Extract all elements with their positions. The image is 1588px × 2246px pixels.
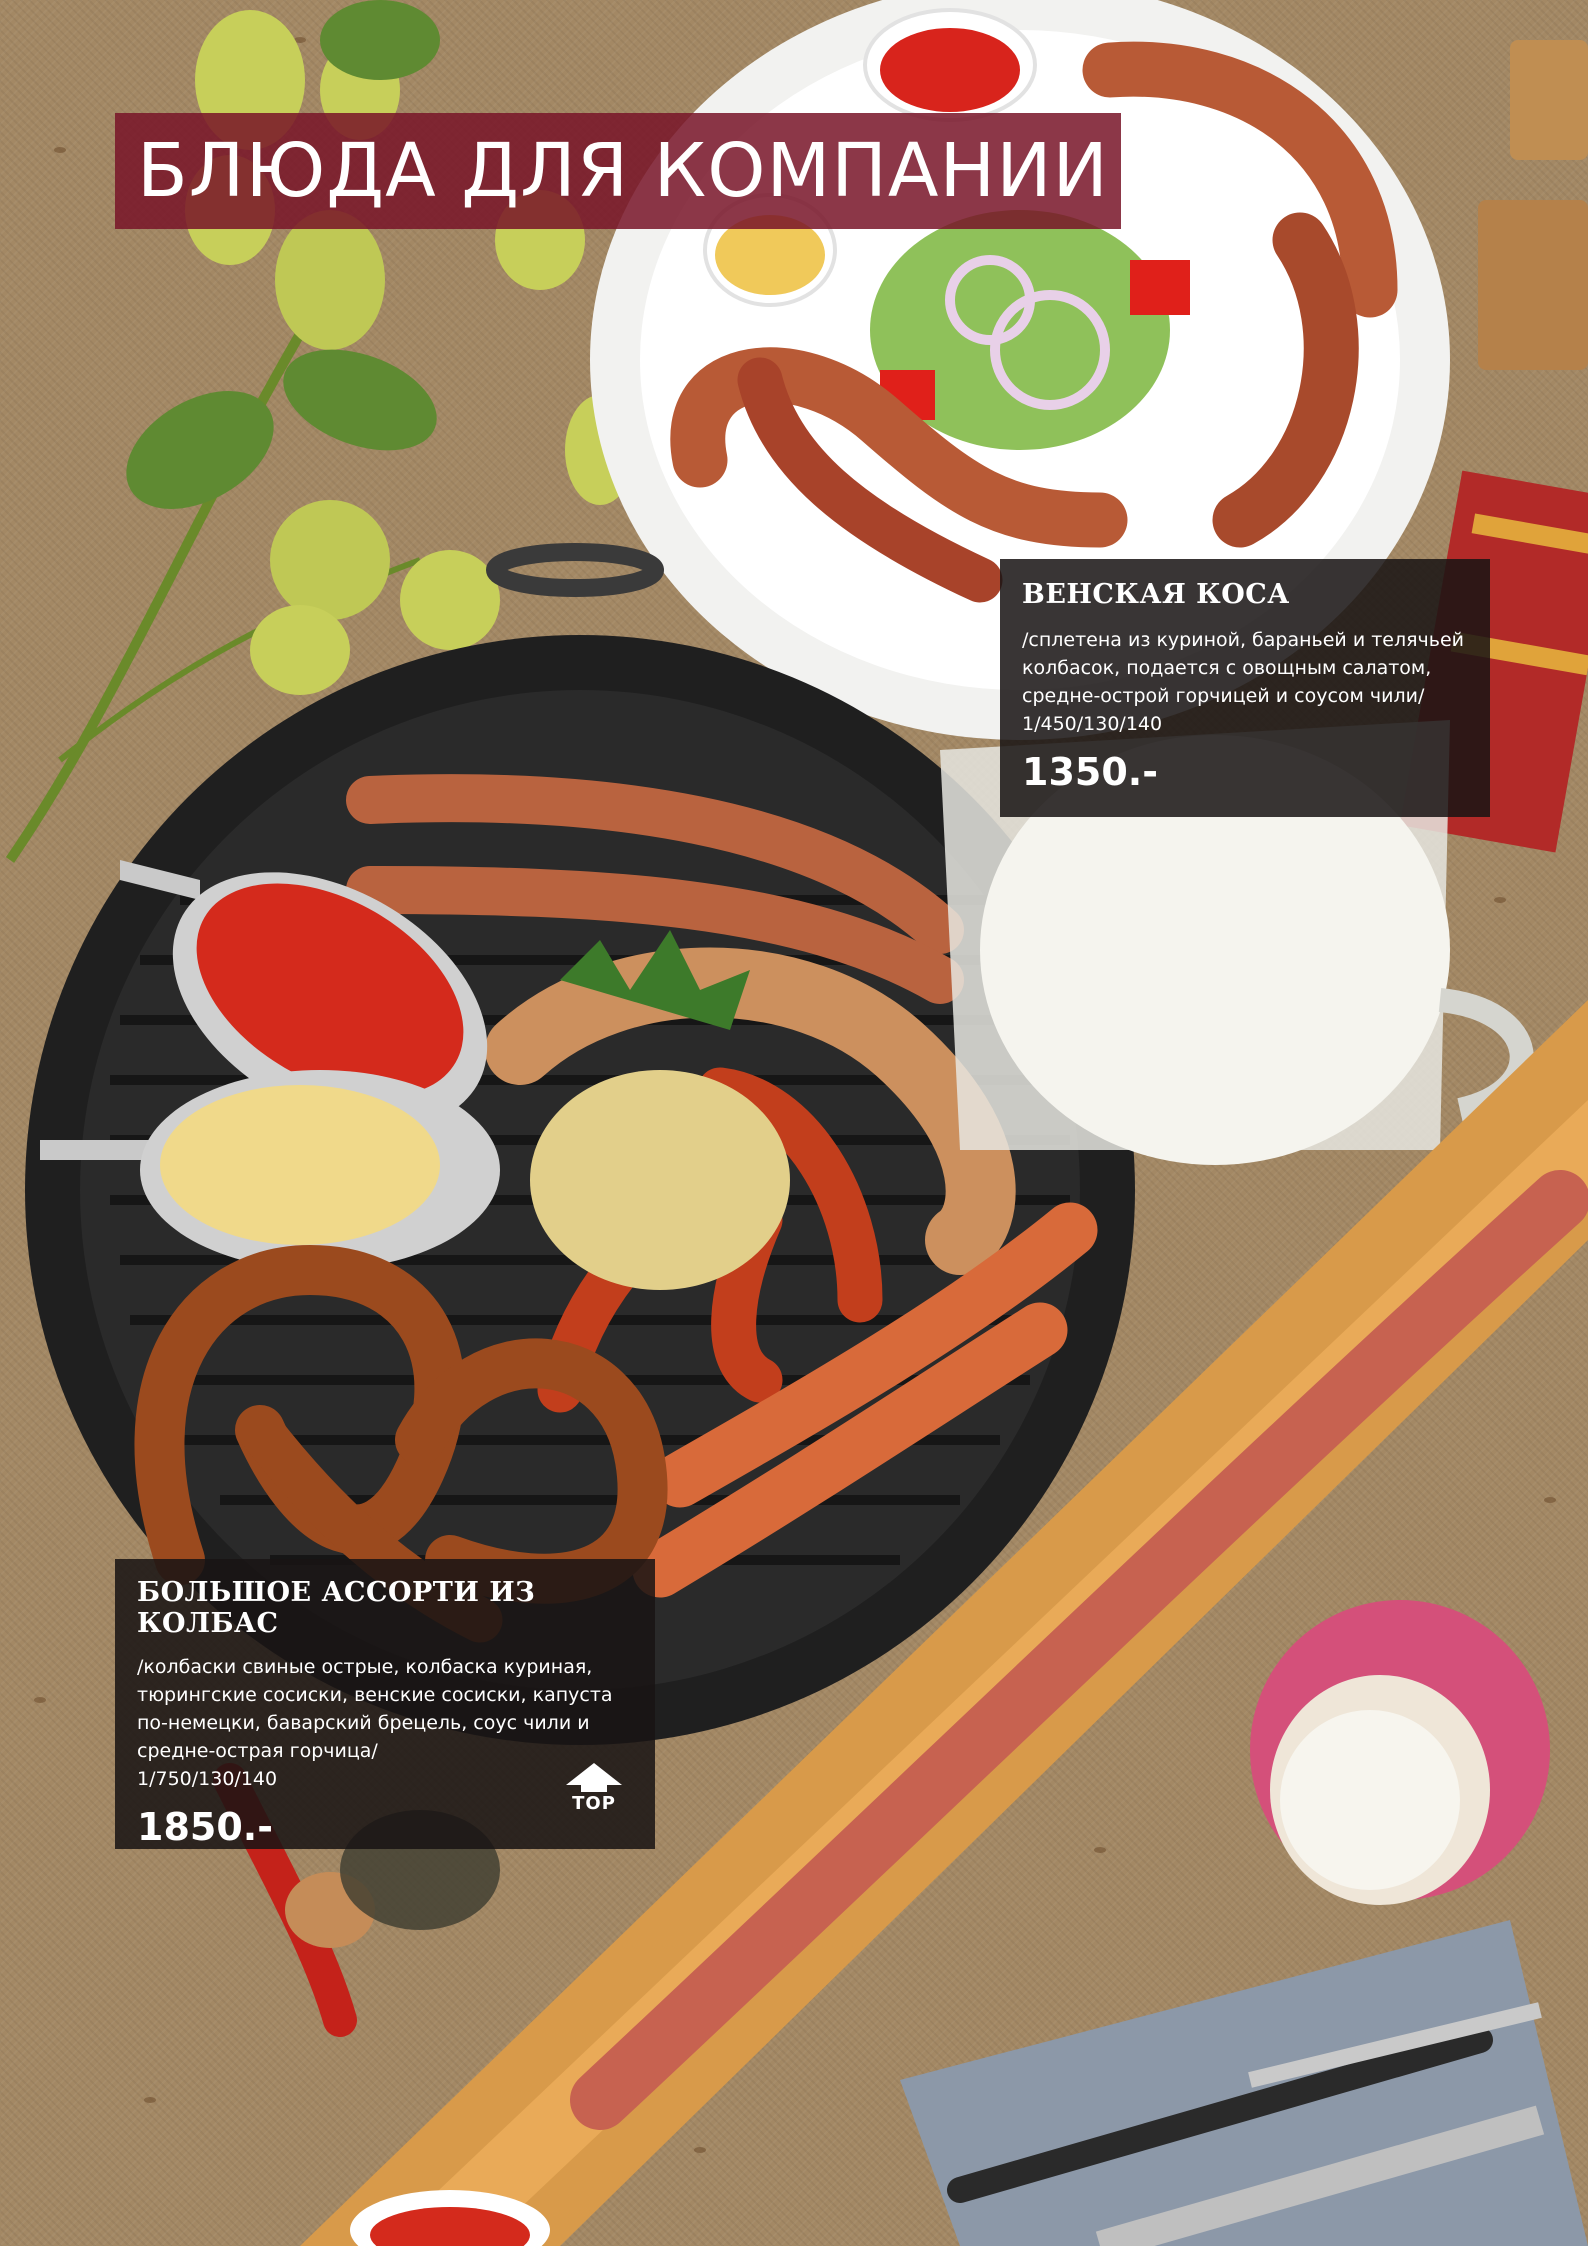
back-to-top-button[interactable]: TOP: [563, 1763, 625, 1821]
sauerkraut: [530, 1070, 790, 1290]
dish-description-line: средне-острой горчицей и соусом чили/: [1022, 685, 1425, 707]
page-title: БЛЮДА ДЛЯ КОМПАНИИ: [137, 128, 1109, 214]
small-beer-mug: [1250, 1600, 1550, 1905]
dish-card-venskaya-kosa: ВЕНСКАЯ КОСА /сплетена из куриной, баран…: [1000, 559, 1490, 817]
dish-name: БОЛЬШОЕ АССОРТИ ИЗ КОЛБАС: [137, 1577, 536, 1639]
dish-description-line: /колбаски свиные острые, колбаска курина…: [137, 1656, 593, 1678]
top-label: TOP: [572, 1793, 616, 1814]
spice-box: [1510, 40, 1588, 160]
arrow-up-icon: [566, 1763, 622, 1785]
dish-description-line: тюрингские сосиски, венские сосиски, кап…: [137, 1684, 613, 1706]
arrow-up-icon-stem: [581, 1784, 607, 1792]
napkin-cutlery: [900, 1920, 1588, 2246]
dish-card-bolshoe-assorti: БОЛЬШОЕ АССОРТИ ИЗ КОЛБАС /колбаски свин…: [115, 1559, 655, 1849]
dish-name: ВЕНСКАЯ КОСА: [1022, 579, 1290, 610]
dish-portion: 1/750/130/140: [137, 1768, 278, 1790]
food-photo-background: [0, 0, 1588, 2246]
dish-price: 1350.-: [1022, 750, 1158, 794]
dish-description-line: по-немецки, баварский брецель, соус чили…: [137, 1712, 590, 1734]
dish-description-line: колбасок, подается с овощным салатом,: [1022, 657, 1432, 679]
spice-box: [1478, 200, 1588, 370]
title-banner: БЛЮДА ДЛЯ КОМПАНИИ: [115, 113, 1121, 229]
dish-portion: 1/450/130/140: [1022, 713, 1163, 735]
food-illustration: [5, 0, 1588, 2246]
dish-description-line: /сплетена из куриной, бараньей и телячье…: [1022, 629, 1465, 651]
dish-description-line: средне-острая горчица/: [137, 1740, 378, 1762]
dish-price: 1850.-: [137, 1805, 273, 1849]
